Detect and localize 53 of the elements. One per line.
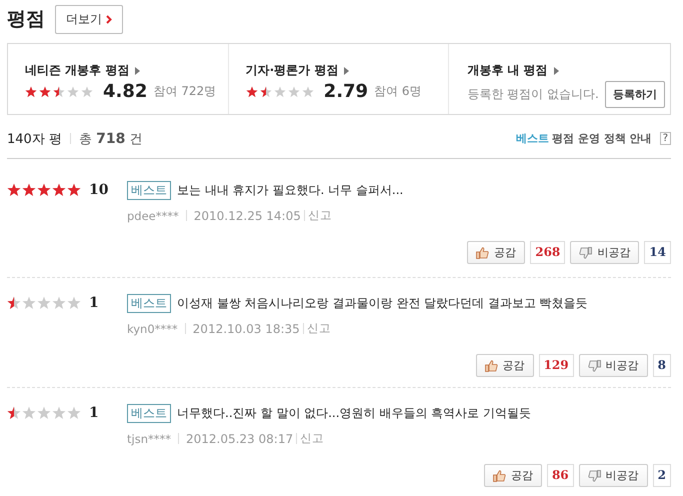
- arrow-icon: [554, 66, 559, 74]
- like-count: 86: [546, 464, 574, 487]
- dislike-button[interactable]: 비공감: [578, 464, 648, 487]
- arrow-icon: [344, 66, 350, 74]
- dislike-button[interactable]: 비공감: [570, 241, 640, 264]
- review-score: 10: [89, 183, 108, 198]
- review-text: 너무했다..진짜 할 말이 없다...영원히 배우들의 흑역사로 기억될듯: [177, 405, 531, 422]
- rating-title-link[interactable]: 기자·평론가 평점: [246, 62, 338, 79]
- best-badge: 베스트: [127, 181, 171, 200]
- review-score: 1: [89, 296, 99, 311]
- thumbs-down-icon: [588, 360, 601, 372]
- review-date: 2010.12.25 14:05: [194, 208, 301, 222]
- dislike-count: 2: [652, 464, 671, 487]
- rating-title-link[interactable]: 개봉후 내 평점: [467, 62, 548, 79]
- review-text: 이성재 불쌍 처음시나리오랑 결과물이랑 완전 달랐다던데 결과보고 빡쳤을듯: [177, 295, 588, 312]
- like-button[interactable]: 공감: [484, 464, 542, 487]
- user-id: tjsn****: [127, 432, 171, 446]
- best-badge: 베스트: [127, 404, 171, 423]
- rating-title-link[interactable]: 네티즌 개봉후 평점: [25, 62, 130, 79]
- thumbs-up-icon: [484, 360, 498, 372]
- average-score: 2.79: [324, 81, 368, 102]
- dislike-button[interactable]: 비공감: [578, 354, 648, 377]
- arrow-icon: [135, 66, 140, 74]
- list-title: 140자 평: [7, 130, 62, 148]
- participant-count: 참여 6명: [374, 83, 422, 100]
- dislike-count: 14: [644, 241, 671, 264]
- thumbs-down-icon: [588, 470, 601, 482]
- dislike-count: 8: [652, 354, 671, 377]
- best-badge: 베스트: [127, 294, 171, 313]
- review-score: 1: [89, 406, 99, 421]
- review-text: 보는 내내 휴지가 필요했다. 너무 슬퍼서...: [177, 182, 404, 199]
- review-date: 2012.05.23 08:17: [186, 432, 294, 446]
- like-count: 129: [538, 354, 574, 377]
- thumbs-down-icon: [579, 246, 592, 258]
- best-label: 베스트: [516, 131, 550, 146]
- review-date: 2012.10.03 18:35: [192, 322, 300, 336]
- user-id: kyn0****: [127, 322, 178, 336]
- chevron-icon: [106, 14, 112, 24]
- average-score: 4.82: [103, 81, 148, 102]
- like-button[interactable]: 공감: [476, 354, 534, 377]
- help-button[interactable]: ?: [660, 132, 671, 145]
- like-button[interactable]: 공감: [467, 241, 526, 264]
- thumbs-up-icon: [476, 246, 490, 258]
- section-title: 평점: [7, 7, 45, 32]
- like-count: 268: [530, 241, 566, 264]
- empty-rating-message: 등록한 평점이 없습니다.: [467, 86, 599, 103]
- thumbs-up-icon: [492, 470, 506, 482]
- policy-link[interactable]: 평점 운영 정책 안내: [552, 131, 652, 146]
- user-id: pdee****: [127, 208, 179, 222]
- participant-count: 참여 722명: [153, 83, 216, 100]
- more-button[interactable]: 더보기: [55, 4, 123, 34]
- register-button[interactable]: 등록하기: [604, 81, 665, 108]
- total-count: 총 718 건: [78, 130, 142, 148]
